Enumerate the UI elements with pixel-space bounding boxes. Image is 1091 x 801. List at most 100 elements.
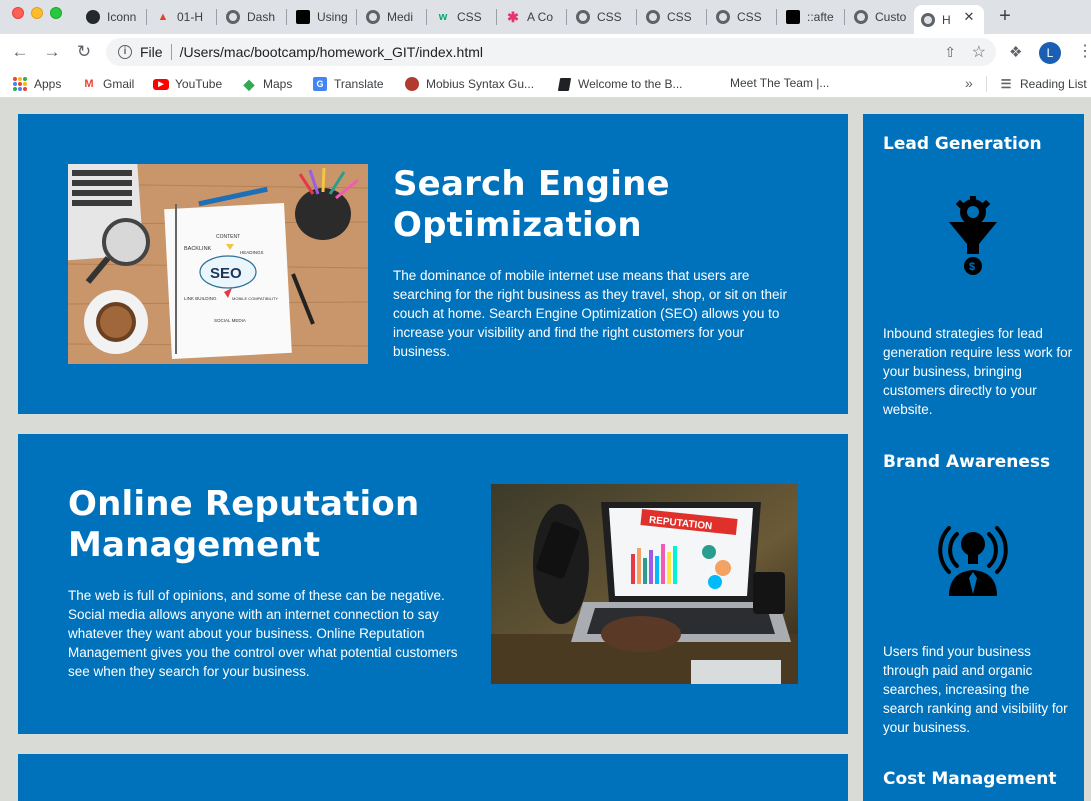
tab-01-h[interactable]: ▲ 01-H — [149, 5, 217, 29]
info-icon[interactable]: i — [118, 45, 132, 59]
url-text[interactable]: /Users/mac/bootcamp/homework_GIT/index.h… — [180, 44, 483, 60]
bookmark-translate[interactable]: G Translate — [312, 76, 384, 92]
gmail-icon: M — [84, 78, 94, 90]
tab-label: ::afte — [807, 10, 834, 24]
seo-image-seo: SEO — [210, 265, 242, 282]
gitlab-icon: ▲ — [157, 11, 169, 23]
new-tab-button[interactable]: + — [994, 6, 1016, 28]
apps-grid-icon — [12, 76, 28, 92]
tab-css-1[interactable]: CSS — [569, 5, 637, 29]
bookmark-maps[interactable]: ◆ Maps — [241, 75, 293, 92]
reputation-title: Online Reputation Management — [68, 484, 420, 565]
page-content: CONTENT BACKLINK HEADINGS SEO LINK BUILD… — [0, 99, 1091, 801]
reload-icon[interactable]: ↻ — [74, 42, 94, 62]
tab-css-2[interactable]: CSS — [639, 5, 707, 29]
seo-image-mobile: MOBILE COMPATIBILITY — [232, 296, 278, 301]
tab-a-co[interactable]: ✱ A Co — [499, 5, 567, 29]
globe-icon — [575, 9, 591, 25]
bookmark-apps[interactable]: Apps — [12, 76, 61, 92]
tab-label: CSS — [457, 10, 482, 24]
tab-label: Iconn — [107, 10, 137, 24]
forward-arrow-icon[interactable]: → — [42, 42, 62, 62]
bookmark-label: YouTube — [175, 77, 223, 91]
third-article — [18, 754, 848, 801]
bookmark-label: Translate — [334, 77, 384, 91]
bookmark-label: Meet The Team |... — [730, 76, 830, 90]
seo-article: CONTENT BACKLINK HEADINGS SEO LINK BUILD… — [18, 114, 848, 414]
bookmark-welcome[interactable]: Welcome to the B... — [556, 76, 683, 92]
seo-text: The dominance of mobile internet use mea… — [393, 268, 787, 359]
book-icon — [556, 76, 572, 92]
seo-image-headings: HEADINGS — [240, 250, 264, 255]
tab-iconn[interactable]: Iconn — [79, 5, 147, 29]
address-bar[interactable]: i File /Users/mac/bootcamp/homework_GIT/… — [106, 38, 996, 66]
tab-medi[interactable]: Medi — [359, 5, 427, 29]
bookmark-label: Gmail — [103, 77, 135, 91]
brand-awareness-text: Users find your business through paid an… — [883, 644, 1068, 735]
reputation-illustration: REPUTATION — [491, 484, 798, 684]
tab-label: CSS — [667, 10, 692, 24]
brand-awareness-broadcast-icon — [935, 514, 1011, 596]
seo-image-link-building: LINK BUILDING — [184, 296, 217, 301]
bookmark-label: Maps — [263, 77, 293, 91]
tab-css-3[interactable]: CSS — [709, 5, 777, 29]
seo-image-content: CONTENT — [216, 234, 240, 240]
bookmark-gmail[interactable]: M Gmail — [81, 76, 134, 92]
bookmark-youtube[interactable]: ▶ YouTube — [153, 76, 222, 92]
seo-title: Search Engine Optimization — [393, 164, 670, 245]
globe-icon — [920, 12, 936, 28]
reputation-text: The web is full of opinions, and some of… — [68, 588, 458, 679]
bookmark-mobius[interactable]: Mobius Syntax Gu... — [404, 76, 534, 92]
tab-css-w3[interactable]: w CSS — [429, 5, 497, 29]
window-close-button[interactable] — [12, 7, 24, 19]
tab-after[interactable]: ::afte — [779, 5, 845, 29]
profile-avatar[interactable]: L — [1039, 42, 1061, 64]
bookmark-star-icon[interactable]: ☆ — [972, 42, 986, 62]
seo-image-backlink: BACKLINK — [184, 246, 212, 252]
tab-label: Dash — [247, 10, 276, 24]
globe-icon — [645, 9, 661, 25]
globe-icon — [365, 9, 381, 25]
tab-using[interactable]: Using — [289, 5, 357, 29]
back-arrow-icon[interactable]: ← — [10, 42, 30, 62]
more-bookmarks-chevron-icon[interactable]: » — [965, 75, 973, 91]
tab-bar: Iconn ▲ 01-H Dash Using Medi w CSS ✱ A C… — [0, 0, 1091, 34]
reading-list-label: Reading List — [1020, 77, 1087, 91]
bookmark-label: Apps — [34, 77, 62, 91]
lead-generation-title: Lead Generation — [883, 134, 1042, 154]
close-tab-icon[interactable]: ✕ — [962, 10, 976, 24]
extensions-puzzle-icon[interactable]: ❖ — [1009, 43, 1022, 61]
maps-icon: ◆ — [243, 75, 255, 92]
tab-custo[interactable]: Custo — [847, 5, 913, 29]
seo-image-social: SOCIAL MEDIA — [214, 318, 246, 323]
seo-image: CONTENT BACKLINK HEADINGS SEO LINK BUILD… — [68, 164, 368, 364]
bookmark-label: Welcome to the B... — [578, 77, 683, 91]
tab-label: CSS — [597, 10, 622, 24]
share-icon[interactable]: ⇧ — [944, 44, 956, 61]
tab-label: Custo — [875, 10, 907, 24]
reading-list-button[interactable]: ☰ Reading List — [998, 76, 1087, 92]
bootcamp-icon — [785, 9, 801, 25]
window-maximize-button[interactable] — [50, 7, 62, 19]
reputation-image: REPUTATION — [491, 484, 798, 684]
bootcamp-icon — [295, 9, 311, 25]
reading-list-icon: ☰ — [1000, 77, 1012, 91]
menu-kebab-icon[interactable]: ⋮ — [1077, 42, 1091, 62]
tab-label: Medi — [387, 10, 414, 24]
tab-dash[interactable]: Dash — [219, 5, 287, 29]
tab-label: A Co — [527, 10, 554, 24]
url-scheme: File — [140, 44, 163, 60]
seo-illustration: CONTENT BACKLINK HEADINGS SEO LINK BUILD… — [68, 164, 368, 364]
tab-label: H — [942, 12, 951, 27]
lead-generation-funnel-icon: $ — [943, 196, 1003, 276]
asterisk-icon: ✱ — [507, 8, 519, 25]
youtube-icon: ▶ — [153, 76, 169, 92]
mobius-icon — [404, 76, 420, 92]
globe-icon — [715, 9, 731, 25]
window-minimize-button[interactable] — [31, 7, 43, 19]
brand-awareness-title: Brand Awareness — [883, 452, 1051, 472]
bookmark-meet-the-team[interactable]: Meet The Team |... — [730, 76, 829, 90]
tab-active[interactable]: H ✕ — [914, 5, 984, 34]
svg-text:$: $ — [969, 261, 975, 273]
globe-icon — [225, 9, 241, 25]
